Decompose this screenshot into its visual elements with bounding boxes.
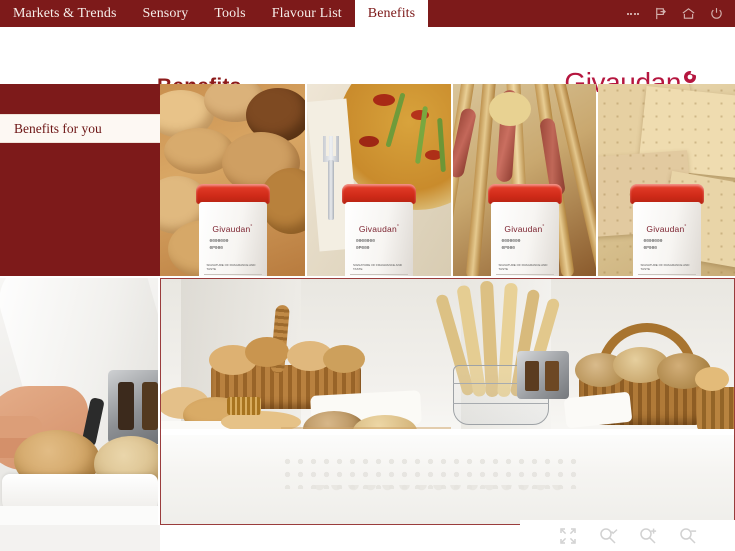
jar-body: Givaudan° 0000000 0P000 SIGNATURE OF FRAG…: [490, 202, 559, 276]
jar-brand-label: Givaudan°: [646, 224, 687, 234]
zoom-fit-button[interactable]: [598, 526, 618, 546]
tab-sensory[interactable]: Sensory: [130, 0, 202, 27]
jar-lid: [629, 184, 704, 204]
jar-lid: [487, 184, 562, 204]
jar-footer-text: SIGNATURE OF FRAGRANCE AND TASTE: [640, 263, 690, 271]
home-icon[interactable]: [681, 6, 696, 21]
nav-icon-group: [626, 0, 735, 27]
tab-label: Benefits: [367, 5, 416, 21]
tab-flavour-list[interactable]: Flavour List: [259, 0, 355, 27]
jar-brand-label: Givaudan°: [212, 224, 253, 234]
jar-code: 0000000 0P000: [643, 239, 663, 251]
jar-lid: [342, 184, 416, 204]
jar-body: Givaudan° 0000000 0P000 SIGNATURE OF FRAG…: [345, 202, 413, 276]
jar-bottom-strip: 0000 1 kgCODE 0000.00: [203, 274, 262, 276]
panel-bakery-table[interactable]: [160, 278, 735, 525]
image-gallery-grid: Givaudan° 0000000 0P000 SIGNATURE OF FRAG…: [0, 84, 735, 551]
jar-body: Givaudan° 0000000 0P000 SIGNATURE OF FRAG…: [198, 202, 267, 276]
logout-icon[interactable]: [653, 6, 668, 21]
jar-bottom-strip: 0000 1 kgCODE 0000.00: [495, 274, 554, 276]
zoom-out-button[interactable]: [678, 526, 698, 546]
jar-code: 0000000 0P000: [501, 239, 521, 251]
tab-tools[interactable]: Tools: [201, 0, 258, 27]
application-window: Markets & Trends Sensory Tools Flavour L…: [0, 0, 735, 551]
jar-brand-label: Givaudan°: [358, 224, 400, 234]
jar-brand-label: Givaudan°: [504, 224, 545, 234]
tab-label: Tools: [214, 5, 246, 21]
bottom-left-filler: [0, 525, 160, 551]
givaudan-jar: Givaudan° 0000000 0P000 SIGNATURE OF FRAG…: [195, 184, 270, 276]
panel-breadsticks[interactable]: Givaudan° 0000000 0P000 SIGNATURE OF FRAG…: [453, 84, 596, 276]
tab-markets-trends[interactable]: Markets & Trends: [0, 0, 130, 27]
jar-bottom-strip: 0000 1 kgCODE 0000.00: [350, 274, 408, 276]
panel-chef-hand-bread[interactable]: [0, 278, 158, 551]
jar-lid: [195, 184, 270, 204]
fullscreen-button[interactable]: [558, 526, 578, 546]
jar-footer-text: SIGNATURE OF FRAGRANCE AND TASTE: [353, 263, 402, 271]
panel-pizza[interactable]: Givaudan° 0000000 0P000 SIGNATURE OF FRAG…: [307, 84, 451, 276]
tab-benefits[interactable]: Benefits: [354, 0, 429, 27]
jar-bottom-strip: 0000 1 kgCODE 0000.00: [637, 274, 696, 276]
more-dots-icon[interactable]: [626, 12, 641, 15]
jar-footer-text: SIGNATURE OF FRAGRANCE AND TASTE: [206, 263, 256, 271]
tab-label: Markets & Trends: [13, 5, 117, 21]
tab-label: Flavour List: [271, 5, 342, 21]
top-navigation-bar: Markets & Trends Sensory Tools Flavour L…: [0, 0, 735, 27]
givaudan-jar: Givaudan° 0000000 0P000 SIGNATURE OF FRAG…: [342, 184, 416, 276]
panel-crackers[interactable]: Givaudan° 0000000 0P000 SIGNATURE OF FRAG…: [598, 84, 735, 276]
tab-label: Sensory: [142, 5, 189, 21]
panel-bread-rolls[interactable]: Givaudan° 0000000 0P000 SIGNATURE OF FRAG…: [160, 84, 305, 276]
page-header: Benefits Givaudan: [0, 27, 735, 98]
registered-circle-mark-icon: [683, 70, 697, 84]
jar-code: 0000000 0P000: [209, 239, 229, 251]
viewer-toolbar: [520, 520, 735, 551]
zoom-in-button[interactable]: [638, 526, 658, 546]
givaudan-jar: Givaudan° 0000000 0P000 SIGNATURE OF FRAG…: [629, 184, 704, 276]
jar-code: 0000000 0P000: [356, 239, 375, 251]
jar-footer-text: SIGNATURE OF FRAGRANCE AND TASTE: [498, 263, 548, 271]
givaudan-jar: Givaudan° 0000000 0P000 SIGNATURE OF FRAG…: [487, 184, 562, 276]
power-icon[interactable]: [709, 6, 724, 21]
jar-body: Givaudan° 0000000 0P000 SIGNATURE OF FRAG…: [632, 202, 701, 276]
